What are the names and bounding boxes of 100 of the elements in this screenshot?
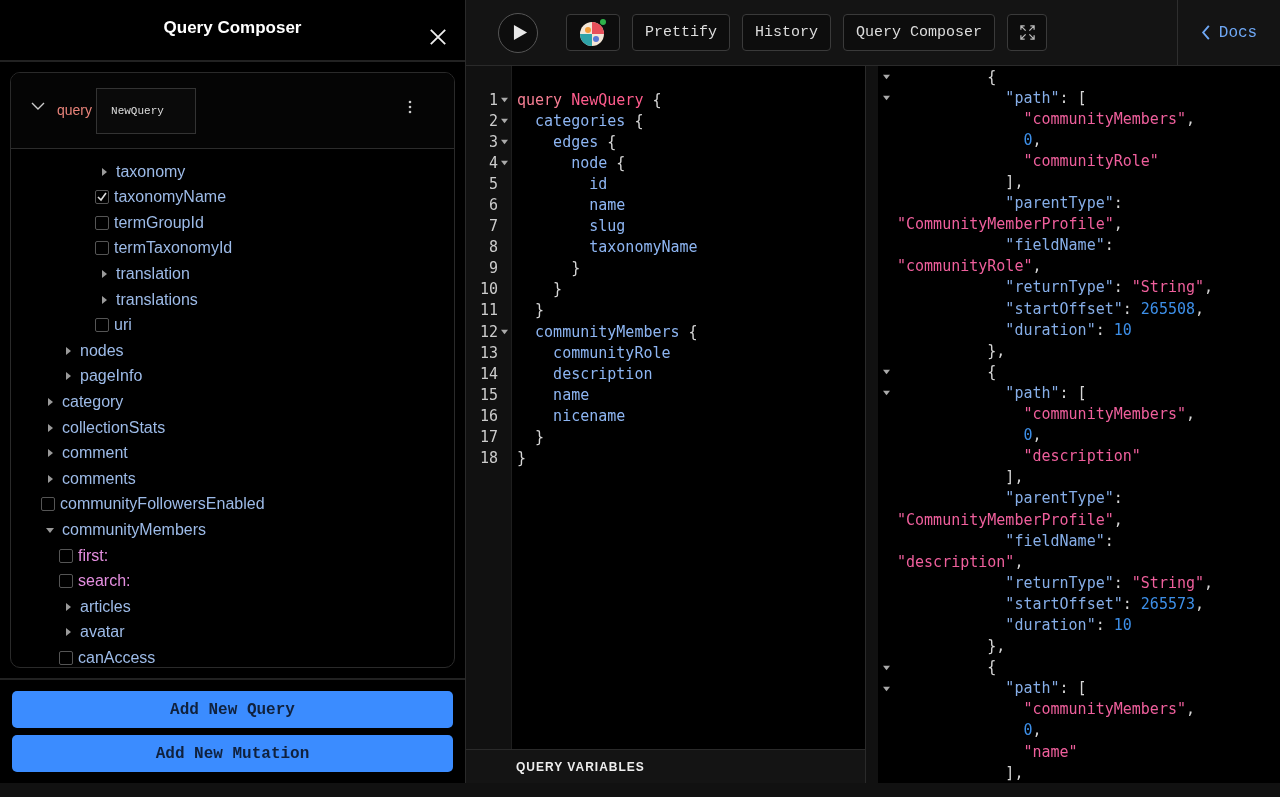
line-number: 2: [488, 111, 498, 130]
fold-icon[interactable]: [501, 117, 508, 125]
tree-item[interactable]: first:: [61, 542, 454, 569]
result-line: "communityMembers",: [1022, 700, 1195, 719]
result-line: "description",: [897, 552, 1024, 571]
fold-icon[interactable]: [882, 663, 890, 671]
toolbar-button[interactable]: Query Composer: [843, 14, 996, 51]
result-line: 0,: [1022, 130, 1042, 149]
checkbox[interactable]: [59, 574, 73, 589]
fold-icon[interactable]: [882, 684, 890, 692]
line-number: 6: [488, 196, 498, 214]
tree-item[interactable]: collectionStats: [43, 414, 454, 441]
fold-icon[interactable]: [882, 389, 890, 397]
fold-icon[interactable]: [501, 96, 508, 104]
code-line: nicename: [552, 406, 626, 425]
code-line: }: [570, 259, 581, 278]
result-line: "path": [: [1004, 88, 1087, 107]
code-line: description: [552, 364, 653, 383]
result-line: "CommunityMemberProfile",: [897, 510, 1123, 529]
query-variables-label[interactable]: QUERY VARIABLES: [516, 759, 645, 774]
result-line: "returnType": "String",: [1004, 278, 1214, 297]
operation-type: query: [57, 102, 93, 119]
fold-icon[interactable]: [882, 94, 890, 102]
checkbox[interactable]: [59, 548, 73, 563]
line-number: 9: [488, 259, 498, 278]
result-line: ],: [1004, 173, 1024, 191]
tree-item[interactable]: translations: [97, 286, 454, 313]
tree-item[interactable]: comments: [43, 465, 454, 492]
tree-item[interactable]: articles: [61, 593, 454, 620]
line-number: 8: [488, 238, 498, 257]
tree-item[interactable]: category: [43, 389, 454, 415]
tree-item[interactable]: taxonomyName: [97, 184, 454, 210]
result-line: {: [986, 658, 997, 677]
run-button[interactable]: [498, 12, 538, 53]
tree-item[interactable]: avatar: [61, 619, 454, 646]
line-number: 5: [488, 174, 498, 193]
toolbar-button[interactable]: Prettify: [632, 14, 730, 51]
result-line: 0,: [1022, 721, 1042, 740]
result-line: "path": [: [1004, 679, 1087, 698]
checkbox[interactable]: [95, 241, 109, 256]
tree-item[interactable]: taxonomy: [97, 158, 454, 185]
checkbox[interactable]: [95, 190, 109, 205]
result-line: "path": [: [1004, 383, 1087, 402]
result-line: },: [986, 341, 1006, 360]
result-line: "description": [1022, 447, 1141, 466]
chevron-down-icon[interactable]: [31, 102, 45, 111]
result-line: "parentType":: [1004, 194, 1123, 213]
fold-icon[interactable]: [882, 368, 890, 376]
code-line: }: [517, 449, 527, 468]
code-line: }: [534, 428, 545, 447]
fold-icon[interactable]: [501, 159, 508, 167]
close-icon[interactable]: [429, 28, 447, 46]
line-number: 11: [479, 301, 498, 320]
query-name-field[interactable]: NewQuery: [96, 88, 197, 135]
code-line: communityRole: [552, 343, 671, 362]
tree-item[interactable]: pageInfo: [61, 363, 454, 390]
add-button[interactable]: Add New Query: [12, 691, 453, 728]
tree-item[interactable]: termTaxonomyId: [97, 235, 454, 262]
tree-item[interactable]: communityMembers: [43, 517, 454, 543]
code-line: }: [534, 301, 545, 320]
checkbox[interactable]: [95, 318, 109, 333]
line-number: 12: [479, 322, 498, 341]
tree-item[interactable]: translation: [97, 261, 454, 287]
result-line: {: [986, 67, 997, 86]
fold-icon[interactable]: [501, 138, 508, 146]
panel-title: Query Composer: [163, 17, 302, 38]
avatar-icon: [578, 17, 608, 48]
toolbar-button[interactable]: History: [742, 14, 832, 51]
line-number: 4: [488, 153, 498, 172]
result-line: ],: [1004, 468, 1024, 487]
code-line: id: [588, 174, 608, 193]
code-line: communityMembers {: [534, 322, 698, 341]
result-line: "CommunityMemberProfile",: [897, 215, 1123, 234]
tree-item[interactable]: termGroupId: [97, 210, 454, 236]
result-line: "parentType":: [1004, 489, 1123, 508]
checkbox[interactable]: [59, 650, 73, 665]
tree-item[interactable]: comment: [43, 440, 454, 466]
result-line: "communityMembers",: [1022, 405, 1195, 424]
tree-item[interactable]: search:: [61, 568, 454, 594]
result-line: "communityMembers",: [1022, 109, 1195, 128]
avatar-button[interactable]: [566, 14, 620, 51]
code-line: }: [552, 280, 563, 299]
fold-icon[interactable]: [882, 73, 890, 81]
add-button[interactable]: Add New Mutation: [12, 735, 453, 772]
tree-item[interactable]: communityFollowersEnabled: [43, 491, 454, 518]
tree-item[interactable]: canAccess: [61, 645, 454, 667]
line-number: 10: [479, 280, 498, 299]
result-line: {: [986, 362, 997, 381]
line-number: 13: [479, 343, 498, 362]
tree-item[interactable]: nodes: [61, 338, 454, 364]
checkbox[interactable]: [95, 215, 109, 230]
checkbox[interactable]: [41, 497, 55, 512]
more-icon[interactable]: [408, 100, 412, 115]
fullscreen-button[interactable]: [1007, 14, 1048, 51]
fold-icon[interactable]: [501, 328, 508, 336]
result-line: "startOffset": 265508,: [1004, 299, 1205, 318]
tree-item[interactable]: uri: [97, 312, 454, 338]
result-line: 0,: [1022, 426, 1042, 445]
line-number: 3: [488, 132, 498, 151]
code-line: edges {: [552, 132, 617, 151]
